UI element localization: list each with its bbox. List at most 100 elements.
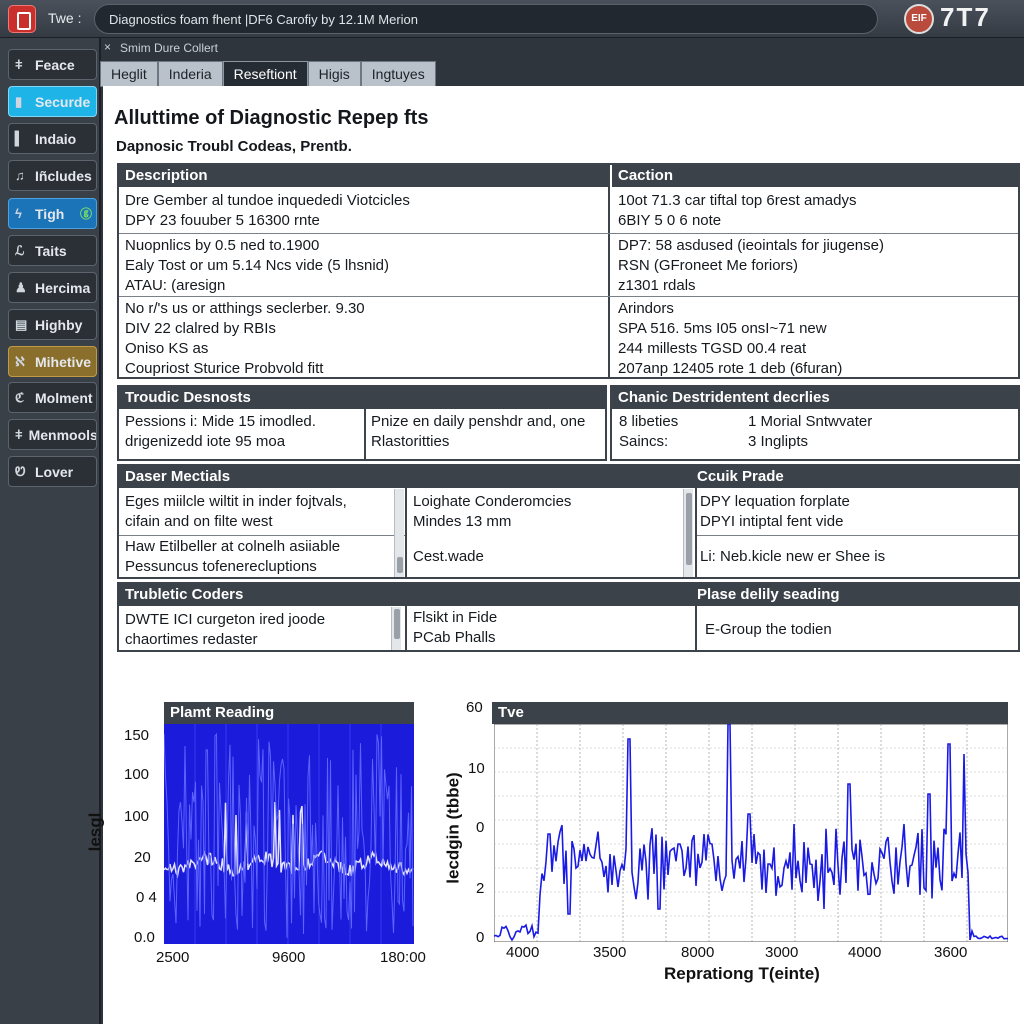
x-tick-label: 4000 [848,944,882,961]
person-icon: ♟ [15,279,27,295]
cell-line: 8 libeties [619,413,679,430]
y-axis-label: lecdgin (tbbe) [443,772,463,884]
cell-line: Pessions i: Mide 15 imodled. [125,413,316,430]
sidebar-item-feace[interactable]: ǂ Feace [8,49,97,80]
table-cell: Pnize en daily penshdr and, one Rlastori… [363,409,606,459]
tab-higis[interactable]: Higis [307,61,361,87]
sidebar-item-label: Mihetive [35,353,92,370]
y-tick-label: 20 [134,849,151,866]
tab-reseftiont[interactable]: Reseftiont [222,61,308,87]
y-tick-label: 2 [476,880,485,897]
status-dot-icon: ⓖ [79,207,92,221]
table-cell: 10ot 71.3 car tiftal top 6rest amadys 6B… [610,188,1018,232]
cell-line: Nuopnlics by 0.5 ned to.1900 [125,237,320,254]
table-cell: Flsikt in Fide PCab Phalls [405,605,693,649]
cell-line: z1301 rdals [618,277,696,294]
chart-title: Plamt Reading [164,702,414,724]
table-cell: Pessions i: Mide 15 imodled. drigenizedd… [117,409,363,459]
y-tick-label: 10 [468,760,485,777]
table-header: Trubletic Coders Plase delily seading [119,584,1018,606]
tab-inderia[interactable]: Inderia [157,61,223,87]
bar-icon: ▍ [15,130,25,146]
gear-icon: ℵ [15,353,25,369]
table-cell: Loighate Conderomcies Mindes 13 mm [405,489,683,533]
table-header: Troudic Desnosts [119,387,605,409]
sidebar-item-molment[interactable]: ℭ Molment [8,382,97,413]
page-subtitle: Dapnosic Troubl Codeas, Prentb. [116,138,352,155]
close-icon[interactable]: × [104,40,111,54]
sidebar-item-label: Molment [35,389,93,406]
cell-line: DPY lequation forplate [700,493,850,510]
cell-line: 1 Morial Sntwvater [748,413,873,430]
cell-line: Loighate Conderomcies [413,493,572,510]
cell-line: E-Group the todien [705,621,832,638]
x-tick-label: 3600 [934,944,968,961]
sidebar-item-includes[interactable]: ♫ Iñcludes [8,160,97,191]
tab-heglit[interactable]: Heglit [100,61,158,87]
scrollbar-thumb[interactable] [397,557,403,573]
cell-line: DPY 23 fouuber 5 16300 rnte [125,212,320,229]
y-tick-label: 100 [124,808,150,825]
sidebar-item-label: Indaio [35,130,77,147]
cell-line: chaortimes redaster [125,631,258,648]
sidebar-item-tigh[interactable]: ϟ Tigh ⓖ [8,198,97,229]
lightning-icon: ϟ [15,206,22,221]
sidebar-item-taits[interactable]: ℒ Taits [8,235,97,266]
cell-line: Pnize en daily penshdr and, one [371,413,586,430]
sidebar-item-mihetive[interactable]: ℵ Mihetive [8,346,97,377]
table-cell: Dre Gember al tundoe inquededi Viotcicle… [117,188,607,232]
cell-line: Saincs: [619,433,669,450]
cell-line: 244 millests TGSD 00.4 reat [618,340,807,357]
x-tick-label: 180:00 [380,949,426,966]
app-icon[interactable] [8,5,36,33]
trace-chart [494,724,1008,942]
title-path-field[interactable]: Diagnostics foam fhent |DF6 Carofiy by 1… [94,4,878,34]
wrench-circle-icon: ℭ [15,389,25,405]
y-tick-label: 100 [124,766,150,783]
y-tick-label: 0.0 [134,929,155,946]
sidebar-item-indaio[interactable]: ▍ Indaio [8,123,97,154]
sidebar-item-label: Lover [35,463,74,480]
sidebar-item-menmools[interactable]: ǂ Menmools [8,419,97,450]
cell-line: Oniso KS as [125,340,209,357]
table-cell: Cest.wade [405,544,683,568]
chart-title: Tve [492,702,1008,724]
cell-line: RSN (GFroneet Me foriors) [618,257,799,274]
cell-line: 10ot 71.3 car tiftal top 6rest amadys [618,192,857,209]
cell-line: 6BIY 5 0 6 note [618,212,722,229]
header-label: Trubletic Coders [125,586,244,603]
x-tick-label: 3000 [765,944,799,961]
table-cell: DPY lequation forplate DPYI intiptal fen… [692,489,1018,533]
panel-subtitle: Smim Dure Collert [120,41,219,55]
cell-line: DWTE ICI curgeton ired joode [125,611,326,628]
sidebar-item-highby[interactable]: ▤ Highby [8,309,97,340]
scrollbar[interactable] [391,607,401,650]
cell-line: ATAU: (aresign [125,277,226,294]
sidebar-item-label: Iñcludes [35,167,92,184]
scrollbar-thumb[interactable] [394,609,400,639]
shield-badge-icon[interactable]: EIF [904,4,934,34]
cell-line: Flsikt in Fide [413,609,498,626]
y-tick-label: 150 [124,727,150,744]
sidebar-item-securde[interactable]: ▮ Securde [8,86,97,117]
header-label: Plase delily seading [697,586,840,603]
cell-line: No r/'s us or atthings seclerber. 9.30 [125,300,365,317]
cell-line: Li: Neb.kicle new er Shee is [700,548,886,565]
x-tick-label: 4000 [506,944,540,961]
divider [697,535,1018,536]
cell-line: Cest.wade [413,548,484,565]
sidebar-item-lover[interactable]: Ꮼ Lover [8,456,97,487]
sidebar-item-label: Taits [35,242,67,259]
table-cell: 8 libeties Saincs: [611,409,751,459]
sidebar-item-hercima[interactable]: ♟ Hercima [8,272,97,303]
sidebar-item-label: Hercima [35,279,91,296]
tab-ingtuyes[interactable]: Ingtuyes [360,61,436,87]
scrollbar[interactable] [394,489,404,577]
cell-line: DPYI intiptal fent vide [700,513,844,530]
sidebar-item-label: Menmools [28,426,97,443]
tab-bar: Heglit Inderia Reseftiont Higis Ingtuyes [100,61,436,87]
table-cell: Haw Etilbeller at colnelh asiiable Pessu… [117,534,395,578]
cell-line: 3 Inglipts [748,433,809,450]
window-controls[interactable]: 7T7 [940,2,991,33]
cell-line: drigenizedd iote 95 moa [125,433,286,450]
